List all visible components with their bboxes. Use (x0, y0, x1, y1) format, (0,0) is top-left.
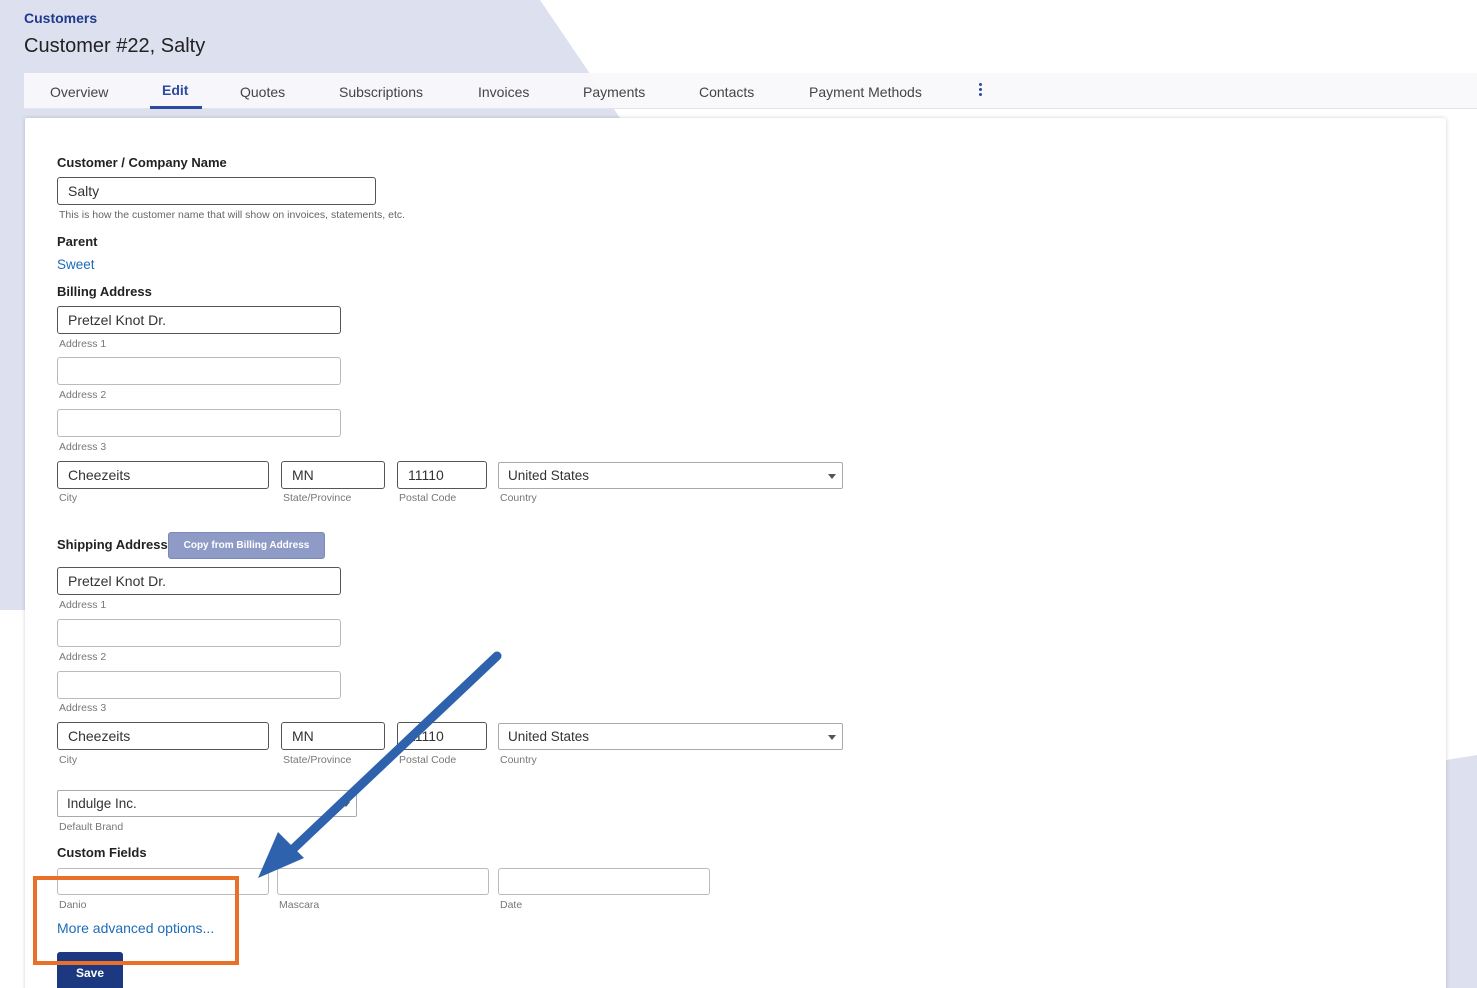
billing-address3-input[interactable] (57, 409, 341, 437)
customer-name-input[interactable] (57, 177, 376, 205)
page-title: Customer #22, Salty (24, 35, 206, 57)
shipping-address1-input[interactable] (57, 567, 341, 595)
billing-state-label: State/Province (283, 492, 352, 504)
billing-address2-label: Address 2 (59, 389, 107, 401)
custom-field-date-label: Date (500, 899, 523, 911)
shipping-country-value: United States (508, 729, 590, 744)
shipping-city-input[interactable] (57, 722, 269, 750)
custom-field-date-input[interactable] (498, 868, 710, 895)
shipping-country-label: Country (500, 754, 537, 766)
default-brand-label: Default Brand (59, 821, 124, 833)
billing-postal-label: Postal Code (399, 492, 457, 504)
billing-country-select[interactable]: United States (498, 462, 843, 489)
custom-field-mascara-input[interactable] (277, 868, 489, 895)
tab-contacts[interactable]: Contacts (699, 73, 754, 109)
tab-payment-methods[interactable]: Payment Methods (809, 73, 922, 109)
name-label: Customer / Company Name (57, 155, 227, 170)
edit-form-card: Customer / Company Name This is how the … (25, 118, 1446, 988)
billing-address1-label: Address 1 (59, 338, 107, 350)
custom-field-mascara-label: Mascara (279, 899, 320, 911)
custom-field-danio-label: Danio (59, 899, 87, 911)
parent-link[interactable]: Sweet (57, 257, 95, 272)
shipping-address2-label: Address 2 (59, 651, 107, 663)
billing-state-input[interactable] (281, 461, 385, 489)
customer-edit-page: Customers Customer #22, Salty Overview E… (0, 0, 1477, 988)
tab-invoices[interactable]: Invoices (478, 73, 529, 109)
shipping-postal-label: Postal Code (399, 754, 457, 766)
parent-label: Parent (57, 234, 98, 249)
billing-address-label: Billing Address (57, 284, 152, 299)
tab-subscriptions[interactable]: Subscriptions (339, 73, 423, 109)
billing-postal-input[interactable] (397, 461, 487, 489)
shipping-address3-label: Address 3 (59, 702, 107, 714)
shipping-state-label: State/Province (283, 754, 352, 766)
billing-city-input[interactable] (57, 461, 269, 489)
billing-country-value: United States (508, 468, 590, 483)
tab-bar: Overview Edit Quotes Subscriptions Invoi… (24, 73, 1477, 109)
more-tabs-icon[interactable] (975, 82, 985, 100)
custom-fields-label: Custom Fields (57, 845, 147, 860)
billing-address2-input[interactable] (57, 357, 341, 385)
shipping-address2-input[interactable] (57, 619, 341, 647)
shipping-postal-input[interactable] (397, 722, 487, 750)
tab-overview[interactable]: Overview (50, 73, 108, 109)
chevron-down-icon (342, 802, 350, 807)
shipping-country-select[interactable]: United States (498, 723, 843, 750)
copy-from-billing-button[interactable]: Copy from Billing Address (168, 532, 325, 559)
tab-payments[interactable]: Payments (583, 73, 645, 109)
shipping-address3-input[interactable] (57, 671, 341, 699)
chevron-down-icon (828, 735, 836, 740)
tab-quotes[interactable]: Quotes (240, 73, 285, 109)
more-advanced-options-link[interactable]: More advanced options... (57, 920, 214, 936)
breadcrumb[interactable]: Customers (24, 10, 97, 26)
billing-address1-input[interactable] (57, 306, 341, 334)
tab-edit[interactable]: Edit (149, 73, 204, 109)
save-button[interactable]: Save (57, 952, 123, 988)
default-brand-select[interactable]: Indulge Inc. (57, 790, 357, 817)
billing-country-label: Country (500, 492, 537, 504)
billing-address3-label: Address 3 (59, 441, 107, 453)
shipping-address-label: Shipping Address (57, 537, 168, 552)
billing-city-label: City (59, 492, 78, 504)
name-hint: This is how the customer name that will … (59, 209, 406, 221)
shipping-address1-label: Address 1 (59, 599, 107, 611)
chevron-down-icon (828, 474, 836, 479)
custom-field-danio-input[interactable] (57, 868, 269, 895)
shipping-state-input[interactable] (281, 722, 385, 750)
default-brand-value: Indulge Inc. (67, 796, 137, 811)
shipping-city-label: City (59, 754, 78, 766)
